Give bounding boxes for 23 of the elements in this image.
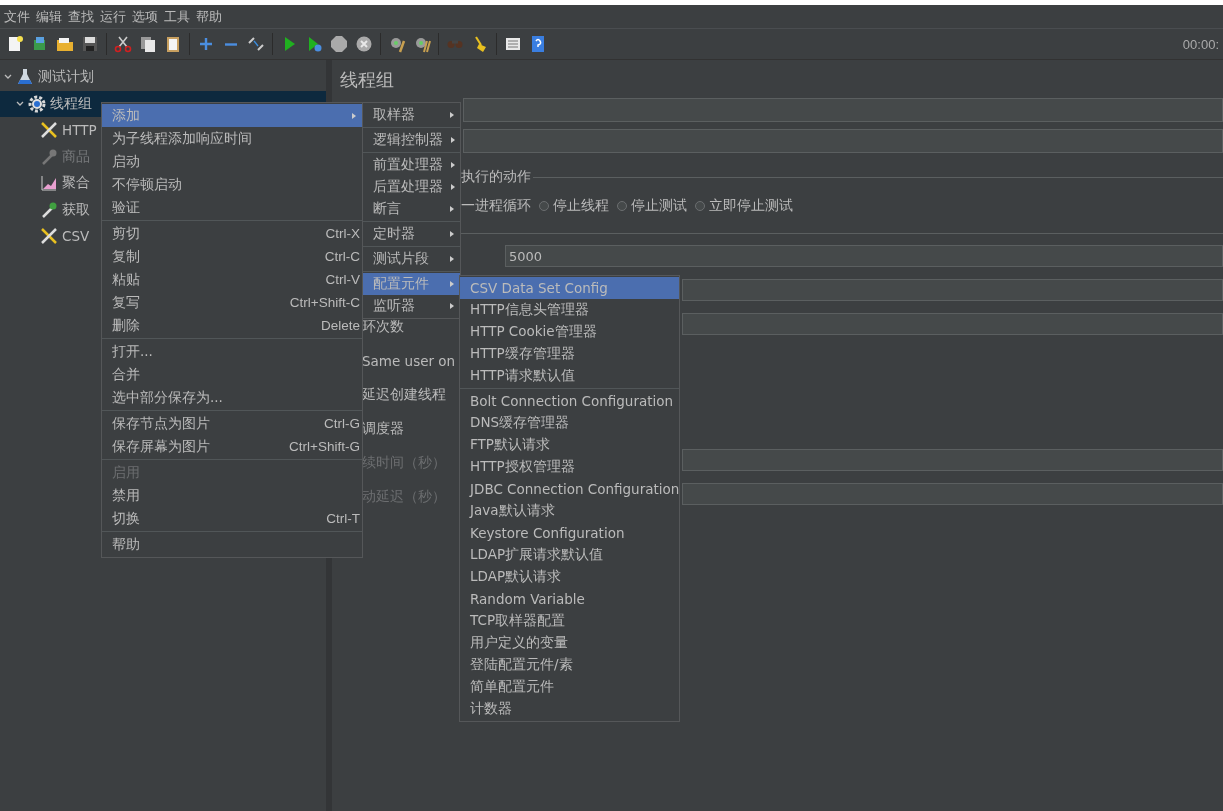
radio-label: 一进程循环	[461, 197, 531, 215]
shortcut-text: Ctrl-C	[324, 249, 360, 264]
elapsed-timer: 00:00:	[1182, 36, 1219, 52]
shortcut-text: Delete	[320, 318, 360, 333]
tree-item-label: 测试计划	[38, 68, 94, 87]
field-label: 调度器	[362, 420, 404, 438]
field-label: 环次数	[362, 318, 404, 336]
tree-item-label: 获取	[62, 200, 90, 219]
tree-item-label: CSV	[62, 228, 90, 245]
shortcut-text: Ctrl-G	[324, 416, 360, 431]
shortcut-text: Ctrl-T	[326, 511, 360, 526]
shortcut-text: Ctrl+Shift-C	[289, 295, 360, 310]
field-label: 延迟创建线程	[362, 386, 446, 404]
tree-item-label: 线程组	[50, 94, 92, 113]
tree-item-label: 聚合	[62, 174, 90, 193]
shortcut-text: Ctrl+Shift-G	[289, 439, 360, 454]
tree-item-label: 商品	[62, 147, 90, 166]
fieldset-legend: 执行的动作	[461, 168, 531, 186]
panel-title: 线程组	[339, 68, 395, 92]
shortcut-text: Ctrl-V	[325, 272, 360, 287]
shortcut-text: Ctrl-X	[325, 226, 360, 241]
field-label: Same user on	[362, 353, 456, 369]
tree-item-label: HTTP	[62, 122, 97, 139]
